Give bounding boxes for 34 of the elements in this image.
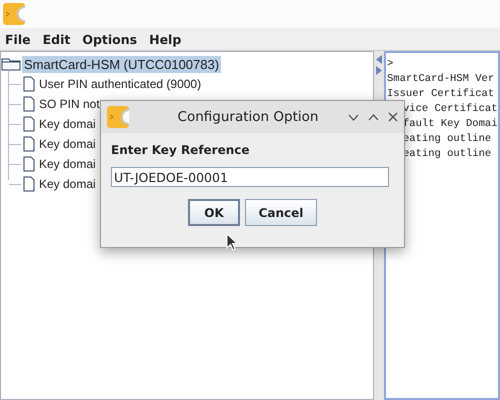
document-icon: [23, 136, 35, 152]
document-icon: [23, 76, 35, 92]
key-reference-field[interactable]: UT-JOEDOE-00001: [111, 167, 389, 187]
tree-item[interactable]: Key domai: [39, 137, 96, 151]
tree-item[interactable]: SO PIN not: [39, 97, 100, 111]
cancel-button[interactable]: Cancel: [245, 199, 317, 226]
minimize-icon[interactable]: [348, 114, 359, 120]
document-icon: [23, 176, 35, 192]
tree-item[interactable]: Key domai: [39, 177, 96, 191]
tree-item[interactable]: User PIN authenticated (9000): [39, 77, 202, 91]
menu-item[interactable]: Help: [144, 32, 188, 46]
prompt-label: Enter Key Reference: [111, 143, 251, 157]
console-line: >: [387, 57, 394, 72]
menu-item[interactable]: Edit: [38, 32, 78, 46]
collapse-left-icon[interactable]: [376, 55, 382, 64]
mouse-cursor-icon: [226, 233, 238, 251]
expand-right-icon[interactable]: [376, 66, 382, 75]
console-line: fault Key Domai: [402, 117, 498, 132]
app-logo-icon: [3, 3, 25, 25]
maximize-icon[interactable]: [368, 114, 379, 120]
ok-button[interactable]: OK: [188, 199, 240, 226]
tree-item[interactable]: Key domai: [39, 117, 96, 131]
tree-item[interactable]: Key domai: [39, 157, 96, 171]
close-icon[interactable]: [388, 112, 398, 122]
document-icon: [23, 156, 35, 172]
console-line: Issuer Certificat: [387, 87, 494, 102]
document-icon: [23, 116, 35, 132]
dialog-title: Configuration Option: [176, 109, 320, 125]
document-icon: [23, 96, 35, 112]
dialog-logo-icon: [107, 106, 129, 128]
menu-item[interactable]: File: [0, 32, 38, 46]
menu-item[interactable]: Options: [77, 32, 144, 46]
tree-item[interactable]: SmartCard-HSM (UTCC0100783): [22, 56, 222, 72]
console-line: SmartCard-HSM Ver: [387, 72, 494, 87]
